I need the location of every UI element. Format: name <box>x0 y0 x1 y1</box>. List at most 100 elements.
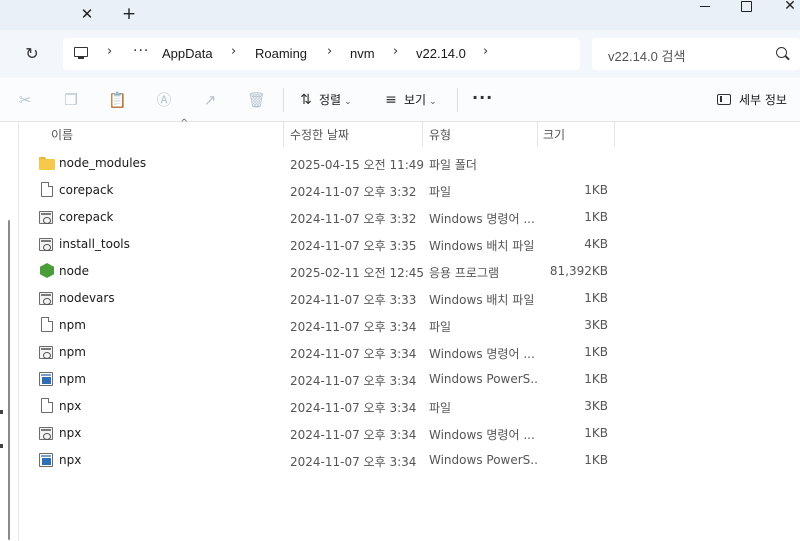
batch-file-icon <box>39 238 53 251</box>
file-size: 3KB <box>584 399 608 413</box>
breadcrumb-overflow-button[interactable]: ··· <box>133 43 149 59</box>
file-name: npm <box>59 372 86 386</box>
file-size: 1KB <box>584 210 608 224</box>
file-row[interactable]: node_modules 2025-04-15 오전 11:49 파일 폴더 <box>20 150 800 177</box>
file-type: 응용 프로그램 <box>429 266 500 280</box>
this-pc-icon[interactable] <box>74 47 88 59</box>
command-separator <box>283 88 284 112</box>
file-name: nodevars <box>59 291 115 305</box>
chevron-right-icon[interactable]: › <box>483 44 488 59</box>
chevron-down-icon: ⌄ <box>429 97 437 107</box>
file-size: 1KB <box>584 183 608 197</box>
title-bar: ✕ + ✕ <box>0 0 800 30</box>
file-date-modified: 2024-11-07 오후 3:32 <box>290 185 417 199</box>
minimize-button[interactable] <box>690 0 720 14</box>
sort-button[interactable]: ⇅ 정렬 ⌄ <box>297 90 352 110</box>
address-row: ↻ › ··· AppData › Roaming › nvm › v22.14… <box>0 30 800 78</box>
chevron-right-icon[interactable]: › <box>327 44 332 59</box>
navigation-scrollbar[interactable] <box>8 220 10 540</box>
file-row[interactable]: npm 2024-11-07 오후 3:34 파일 3KB <box>20 312 800 339</box>
file-name: corepack <box>59 210 114 224</box>
file-row[interactable]: install_tools 2024-11-07 오후 3:35 Windows 배… <box>20 231 800 258</box>
column-size[interactable]: 크기 <box>543 126 565 143</box>
batch-file-icon <box>39 211 53 224</box>
column-type[interactable]: 유형 <box>429 126 451 143</box>
chevron-right-icon[interactable]: › <box>231 44 236 59</box>
more-options-button[interactable]: ··· <box>472 88 493 107</box>
window-close-button[interactable]: ✕ <box>775 0 800 14</box>
file-size: 1KB <box>584 426 608 440</box>
file-row[interactable]: nodevars 2024-11-07 오후 3:33 Windows 배치 파일 1… <box>20 285 800 312</box>
file-date-modified: 2024-11-07 오후 3:35 <box>290 239 417 253</box>
chevron-right-icon[interactable]: › <box>393 44 398 59</box>
new-tab-button[interactable]: + <box>121 5 137 23</box>
file-size: 1KB <box>584 372 608 386</box>
column-date-modified[interactable]: 수정한 날짜 <box>290 126 349 143</box>
batch-file-icon <box>39 292 53 305</box>
file-date-modified: 2024-11-07 오후 3:32 <box>290 212 417 226</box>
address-bar[interactable]: › ··· AppData › Roaming › nvm › v22.14.0… <box>63 38 580 70</box>
powershell-script-icon <box>39 453 53 467</box>
column-divider[interactable] <box>283 122 284 147</box>
file-size: 1KB <box>584 345 608 359</box>
rename-icon[interactable]: Ⓐ <box>155 91 173 109</box>
column-divider[interactable] <box>614 122 615 147</box>
file-type: Windows 배치 파일 <box>429 239 535 253</box>
nodejs-icon <box>40 263 54 278</box>
refresh-button[interactable]: ↻ <box>22 44 42 64</box>
search-input[interactable]: v22.14.0 검색 <box>592 38 800 70</box>
details-pane-button[interactable]: 세부 정보 <box>717 90 787 110</box>
nav-marker <box>0 444 3 448</box>
column-header: ^ 이름 수정한 날짜 유형 크기 <box>20 118 800 147</box>
view-label: 보기 <box>404 93 427 107</box>
column-divider[interactable] <box>537 122 538 147</box>
batch-file-icon <box>39 427 53 440</box>
chevron-down-icon: ⌄ <box>344 97 352 107</box>
sort-ascending-icon: ^ <box>180 118 189 129</box>
file-type: Windows 명령어 ... <box>429 212 535 226</box>
file-type: 파일 폴더 <box>429 158 477 172</box>
cut-icon[interactable]: ✂ <box>16 91 34 109</box>
maximize-button[interactable] <box>731 0 761 14</box>
file-size: 1KB <box>584 453 608 467</box>
file-date-modified: 2024-11-07 오후 3:34 <box>290 347 417 361</box>
file-name: node_modules <box>59 156 147 170</box>
copy-icon[interactable]: ❐ <box>62 91 80 109</box>
file-date-modified: 2024-11-07 오후 3:34 <box>290 455 417 469</box>
breadcrumb-v22-14-0[interactable]: v22.14.0 <box>416 46 466 61</box>
folder-icon <box>39 155 55 171</box>
column-divider[interactable] <box>422 122 423 147</box>
column-name[interactable]: 이름 <box>51 126 73 143</box>
file-row[interactable]: npm 2024-11-07 오후 3:34 Windows 명령어 ... 1KB <box>20 339 800 366</box>
file-icon <box>41 182 53 197</box>
file-row[interactable]: npx 2024-11-07 오후 3:34 파일 3KB <box>20 393 800 420</box>
file-row[interactable]: node 2025-02-11 오전 12:45 응용 프로그램 81,392KB <box>20 258 800 285</box>
file-name: npx <box>59 453 82 467</box>
breadcrumb-nvm[interactable]: nvm <box>350 46 375 61</box>
share-icon[interactable]: ↗ <box>201 91 219 109</box>
command-bar: ✂ ❐ 📋 Ⓐ ↗ 🗑 ⇅ 정렬 ⌄ ≡ 보기 ⌄ ··· 세부 정보 <box>0 78 800 122</box>
file-type: Windows 명령어 ... <box>429 428 535 442</box>
paste-icon[interactable]: 📋 <box>108 91 127 109</box>
file-date-modified: 2024-11-07 오후 3:34 <box>290 374 417 388</box>
delete-icon[interactable]: 🗑 <box>247 91 266 109</box>
file-row[interactable]: npx 2024-11-07 오후 3:34 Windows 명령어 ... 1KB <box>20 420 800 447</box>
file-name: npm <box>59 345 86 359</box>
file-date-modified: 2024-11-07 오후 3:33 <box>290 293 417 307</box>
chevron-right-icon[interactable]: › <box>107 44 112 59</box>
breadcrumb-appdata[interactable]: AppData <box>162 46 213 61</box>
file-row[interactable]: corepack 2024-11-07 오후 3:32 Windows 명령어 ..… <box>20 204 800 231</box>
search-icon[interactable] <box>776 47 787 58</box>
file-type: Windows 명령어 ... <box>429 347 535 361</box>
file-size: 4KB <box>584 237 608 251</box>
breadcrumb-roaming[interactable]: Roaming <box>255 46 307 61</box>
file-size: 3KB <box>584 318 608 332</box>
view-icon: ≡ <box>385 92 397 108</box>
nav-marker <box>0 410 3 414</box>
file-size: 81,392KB <box>549 264 608 278</box>
file-row[interactable]: npm 2024-11-07 오후 3:34 Windows PowerS... 1K… <box>20 366 800 393</box>
file-row[interactable]: npx 2024-11-07 오후 3:34 Windows PowerS... 1K… <box>20 447 800 474</box>
view-button[interactable]: ≡ 보기 ⌄ <box>382 90 437 110</box>
tab-close-icon[interactable]: ✕ <box>79 6 95 22</box>
file-row[interactable]: corepack 2024-11-07 오후 3:32 파일 1KB <box>20 177 800 204</box>
